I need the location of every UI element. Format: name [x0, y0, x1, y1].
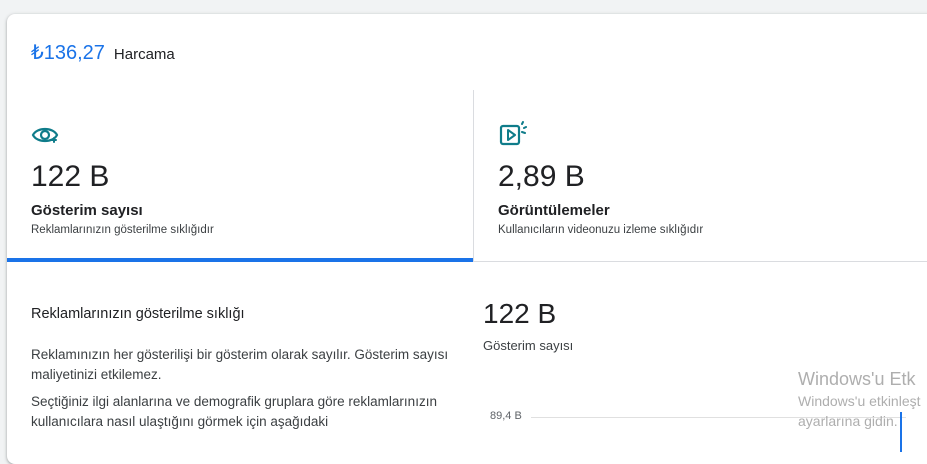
metric-value: 2,89 B: [498, 160, 585, 193]
spend-amount: ₺136,27: [31, 42, 105, 64]
eye-icon: [31, 120, 61, 150]
metric-description: Kullanıcıların videonuzu izleme sıklığıd…: [498, 224, 704, 236]
metric-tab-impressions[interactable]: 122 B Gösterim sayısı Reklamlarınızın gö…: [7, 90, 474, 262]
metric-description: Reklamlarınızın gösterilme sıklığıdır: [31, 224, 214, 236]
metric-tab-views[interactable]: 2,89 B Görüntülemeler Kullanıcıların vid…: [474, 90, 927, 262]
metric-title: Görüntülemeler: [498, 202, 610, 219]
windows-activation-watermark: Windows'u Etk: [798, 369, 916, 389]
tab-divider: [474, 261, 927, 262]
detail-paragraph: Seçtiğiniz ilgi alanlarına ve demografik…: [31, 394, 437, 429]
metric-value: 122 B: [31, 160, 110, 193]
detail-paragraph: Reklamınızın her gösterilişi bir gösteri…: [31, 347, 449, 382]
selected-tab-indicator: [7, 258, 473, 262]
chart-metric-value: 122 B: [483, 298, 557, 329]
detail-heading: Reklamlarınızın gösterilme sıklığı: [31, 306, 245, 322]
windows-activation-watermark: Windows'u etkinleşt: [798, 393, 921, 409]
y-axis-tick-label: 89,4 B: [490, 410, 522, 422]
chart-metric-label: Gösterim sayısı: [483, 338, 574, 353]
spend-summary: ₺136,27 Harcama: [31, 40, 175, 65]
video-play-icon: [498, 120, 528, 150]
spend-label: Harcama: [113, 46, 175, 63]
windows-activation-watermark: ayarlarına gidin.: [798, 413, 898, 429]
chart-series-line: [900, 412, 902, 452]
metric-title: Gösterim sayısı: [31, 202, 143, 219]
